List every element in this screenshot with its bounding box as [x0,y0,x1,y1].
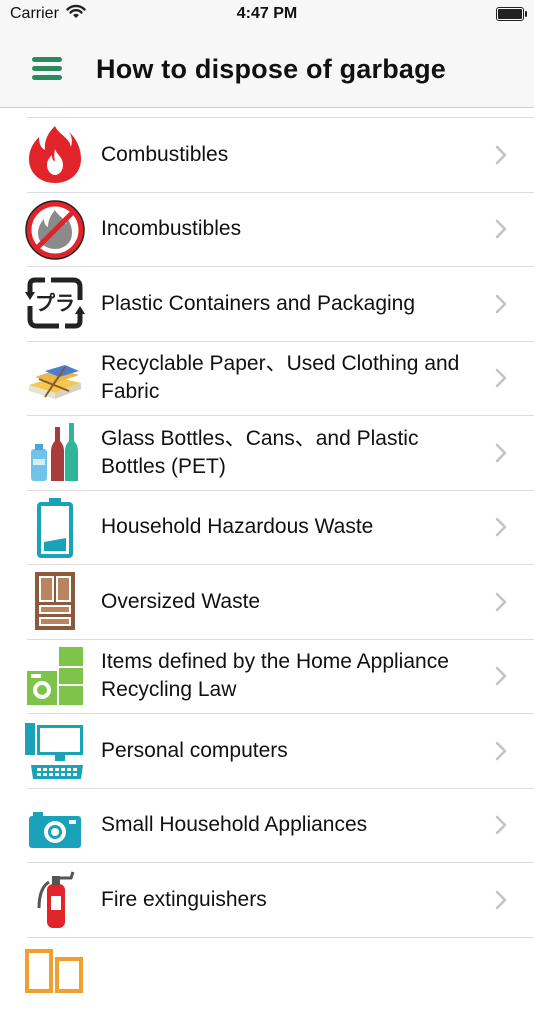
list-item-small-appliances[interactable]: Small Household Appliances [27,789,534,864]
list-item-label: Recyclable Paper、Used Clothing and Fabri… [101,350,474,406]
svg-text:プラ: プラ [35,291,75,315]
list-item-paper-clothing[interactable]: Recyclable Paper、Used Clothing and Fabri… [27,342,534,417]
cabinet-icon [25,570,85,632]
clock: 4:47 PM [0,5,534,23]
home-appliance-icon [25,645,85,707]
page-title: How to dispose of garbage [96,54,446,85]
fire-extinguisher-icon [25,868,85,930]
computer-icon [25,719,85,781]
list-item-computers[interactable]: Personal computers [27,714,534,789]
list-item-combustibles[interactable]: Combustibles [27,118,534,193]
list-item-plastic[interactable]: プラ Plastic Containers and Packaging [27,267,534,342]
list-item-hazardous[interactable]: Household Hazardous Waste [27,491,534,566]
hamburger-menu-icon[interactable] [32,55,62,83]
list-item-oversized[interactable]: Oversized Waste [27,565,534,640]
list-item-label: Small Household Appliances [101,811,474,839]
list-item-label: Items defined by the Home Appliance Recy… [101,648,474,704]
chevron-right-icon [494,591,508,613]
chevron-right-icon [494,740,508,762]
list-item-home-appliance[interactable]: Items defined by the Home Appliance Recy… [27,640,534,715]
list-item-fire-extinguishers[interactable]: Fire extinguishers [27,863,534,938]
chevron-right-icon [494,516,508,538]
list-item-label: Household Hazardous Waste [101,513,474,541]
chevron-right-icon [494,367,508,389]
list-item-label: Incombustibles [101,215,474,243]
camera-icon [25,794,85,856]
list-item-label: Fire extinguishers [101,886,474,914]
flame-icon [25,123,85,185]
list-item-label: Combustibles [101,141,474,169]
chevron-right-icon [494,814,508,836]
list-item-label: Plastic Containers and Packaging [101,290,474,318]
list-item-label: Personal computers [101,737,474,765]
chevron-right-icon [494,293,508,315]
battery-icon [496,7,524,21]
appliance-icon [25,943,85,1005]
list-item-incombustibles[interactable]: Incombustibles [27,193,534,268]
chevron-right-icon [494,218,508,240]
garbage-category-list: Combustibles Incombustibles プラ Plastic C… [0,118,534,1011]
no-fire-icon [25,198,85,260]
battery-icon [25,496,85,558]
bottles-icon [25,421,85,483]
paper-bundle-icon [25,347,85,409]
plastic-recycle-icon: プラ [25,272,85,334]
chevron-right-icon [494,442,508,464]
chevron-right-icon [494,889,508,911]
status-bar: Carrier 4:47 PM [0,0,534,30]
chevron-right-icon [494,665,508,687]
list-item-label: Oversized Waste [101,588,474,616]
list-item-label: Glass Bottles、Cans、and Plastic Bottles (… [101,425,474,481]
list-item-partial[interactable] [27,938,534,1011]
list-item-bottles-cans[interactable]: Glass Bottles、Cans、and Plastic Bottles (… [27,416,534,491]
chevron-right-icon [494,144,508,166]
navigation-bar: How to dispose of garbage [0,30,534,108]
